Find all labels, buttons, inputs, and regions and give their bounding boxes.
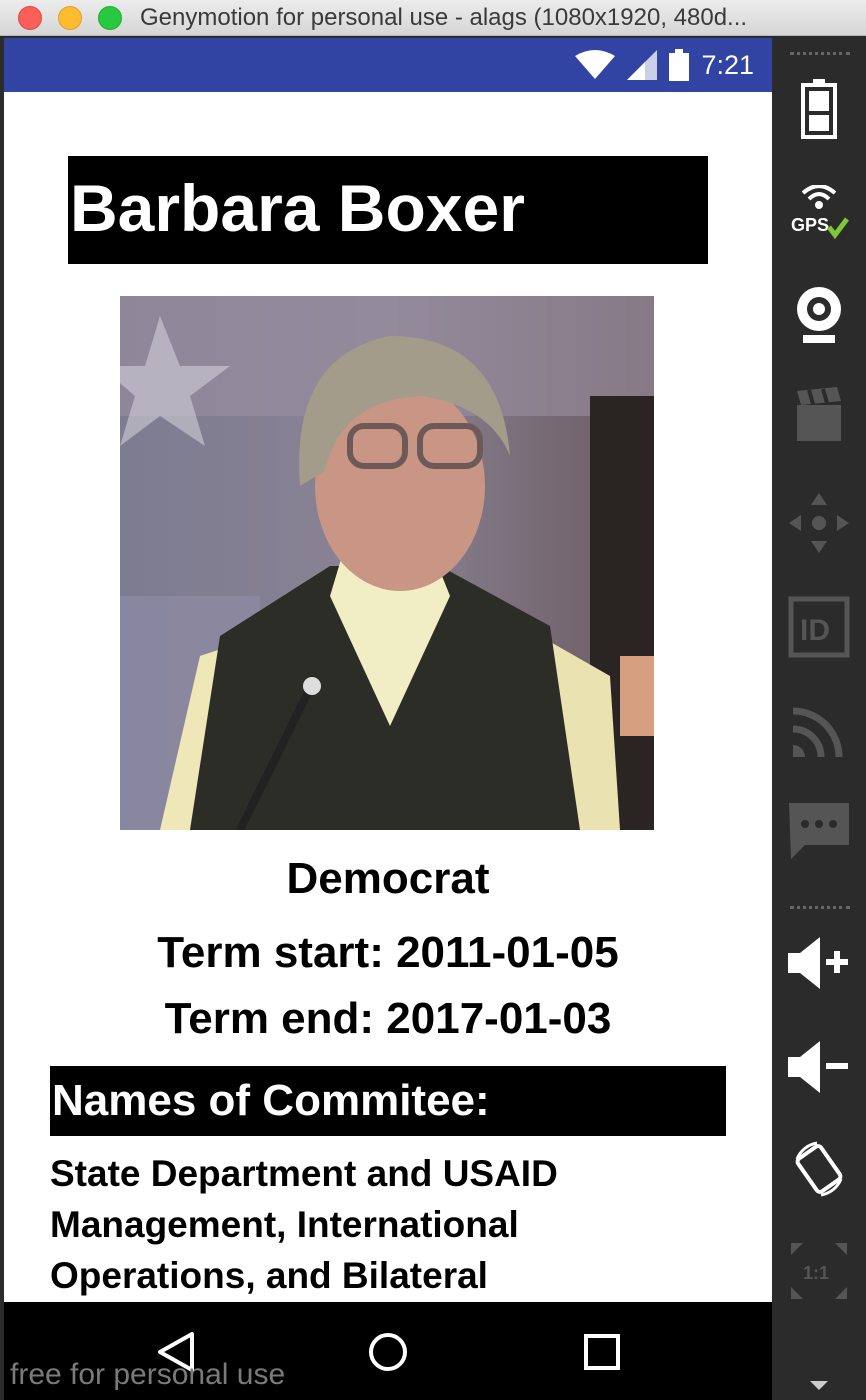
committee-heading: Names of Commitee: xyxy=(50,1066,726,1136)
gps-icon: GPS xyxy=(791,185,849,240)
window-titlebar: Genymotion for personal use - alags (108… xyxy=(0,0,866,36)
signal-icon xyxy=(627,50,658,80)
home-icon xyxy=(369,1333,407,1371)
status-time: 7:21 xyxy=(701,49,754,80)
recents-icon xyxy=(584,1334,620,1370)
capture-widget-button[interactable] xyxy=(786,382,852,448)
battery-icon xyxy=(669,49,690,81)
home-button[interactable] xyxy=(366,1330,410,1374)
committee-names: State Department and USAID Management, I… xyxy=(50,1153,558,1296)
scale-label: 1:1 xyxy=(803,1263,829,1283)
volume-down-icon xyxy=(788,1041,848,1093)
toolbar-divider-2 xyxy=(790,906,850,910)
emulator-window: Genymotion for personal use - alags (108… xyxy=(0,0,866,1400)
dpad-icon xyxy=(789,493,849,553)
webcam-widget-button[interactable] xyxy=(786,282,852,348)
id-label: ID xyxy=(800,614,830,647)
senator-photo xyxy=(120,296,654,830)
gps-label: GPS xyxy=(791,215,829,235)
emulator-toolbar: GPS ID 1:1 xyxy=(772,38,866,1400)
recents-button[interactable] xyxy=(580,1330,624,1374)
close-window-button[interactable] xyxy=(18,6,42,30)
senator-party: Democrat xyxy=(286,854,490,903)
minimize-window-button[interactable] xyxy=(58,6,82,30)
battery-widget-button[interactable] xyxy=(786,76,852,142)
pixel-perfect-button[interactable]: 1:1 xyxy=(786,1238,852,1304)
window-title: Genymotion for personal use - alags (108… xyxy=(140,4,748,31)
dpad-widget-button[interactable] xyxy=(786,490,852,556)
sms-icon xyxy=(789,803,849,859)
volume-up-button[interactable] xyxy=(786,930,852,996)
device-screen: 7:21 Barbara Boxer Democrat Term start: … xyxy=(4,38,772,1400)
id-icon: ID xyxy=(788,596,850,658)
sms-widget-button[interactable] xyxy=(786,798,852,864)
status-bar: 7:21 xyxy=(4,38,772,92)
rotate-icon xyxy=(795,1141,843,1197)
battery-icon xyxy=(801,79,837,139)
camera-icon xyxy=(797,387,841,441)
scroll-down-arrow[interactable] xyxy=(810,1378,828,1396)
personal-use-watermark: free for personal use xyxy=(10,1358,286,1391)
zoom-window-button[interactable] xyxy=(98,6,122,30)
volume-down-button[interactable] xyxy=(786,1034,852,1100)
wifi-icon xyxy=(575,50,616,79)
senator-name: Barbara Boxer xyxy=(68,156,708,264)
cast-icon xyxy=(792,707,843,758)
term-end: Term end: 2017-01-03 xyxy=(164,994,612,1043)
gps-widget-button[interactable]: GPS xyxy=(786,180,852,246)
device-id-widget-button[interactable]: ID xyxy=(786,594,852,660)
toolbar-divider xyxy=(790,52,850,56)
chevron-down-icon xyxy=(810,1381,828,1390)
rotate-button[interactable] xyxy=(786,1136,852,1202)
scale-icon: 1:1 xyxy=(791,1243,847,1299)
senator-detail-view[interactable]: Barbara Boxer Democrat Term start: 2011-… xyxy=(4,92,772,1302)
volume-up-icon xyxy=(788,937,848,989)
cast-widget-button[interactable] xyxy=(786,698,852,764)
webcam-icon xyxy=(797,287,841,343)
term-start: Term start: 2011-01-05 xyxy=(157,928,619,977)
